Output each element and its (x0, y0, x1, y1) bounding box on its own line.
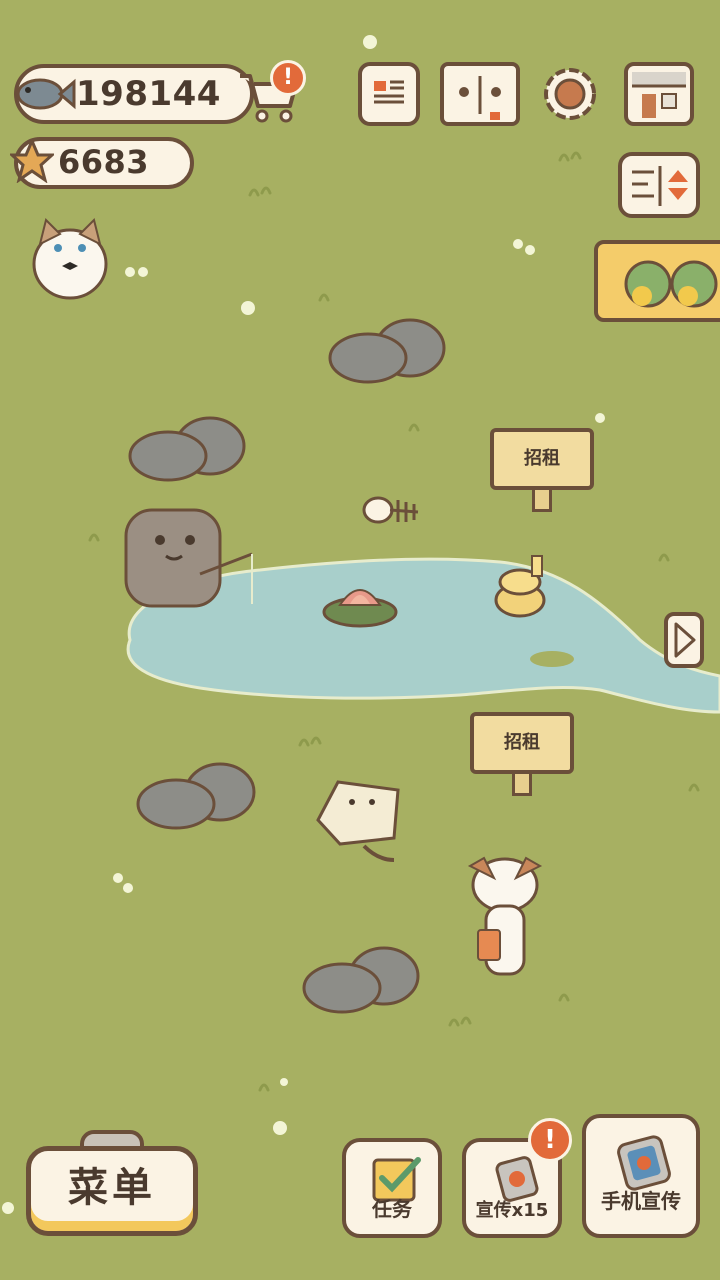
star-currency-display[interactable]: 6683 (10, 137, 194, 189)
for-rent-sign-2[interactable]: 招租 (470, 712, 574, 774)
flat-cat[interactable] (316, 780, 400, 862)
promo-alert-badge: ! (528, 1118, 572, 1162)
star-icon (10, 139, 54, 183)
next-area-button[interactable] (664, 612, 704, 668)
rock-cluster-2 (128, 416, 246, 482)
menu-button[interactable]: 菜单 (26, 1146, 198, 1236)
phone-promo-label: 手机宣传 (601, 1189, 681, 1213)
for-rent-label-2: 招租 (504, 732, 540, 753)
bird-mascots-icon (624, 260, 718, 308)
newspaper-button[interactable] (358, 62, 420, 126)
rock-cluster-3 (136, 762, 256, 830)
promo-label: 宣传x15 (475, 1200, 549, 1221)
newspaper-icon (370, 76, 408, 108)
sign-post-2 (512, 774, 532, 796)
store-button[interactable] (624, 62, 694, 126)
fish-count: 198144 (76, 74, 221, 114)
fish-currency-display[interactable]: 198144 (14, 64, 254, 124)
gear-icon[interactable] (538, 62, 602, 126)
bird-event-banner[interactable] (594, 240, 720, 322)
sign-post-1 (532, 490, 552, 512)
shop-alert-badge: ! (270, 60, 306, 96)
sort-toggle-button[interactable] (618, 152, 700, 218)
menu-label: 菜单 (68, 1165, 156, 1211)
fish-bone[interactable] (362, 496, 419, 524)
tasks-label: 任务 (372, 1197, 412, 1221)
puppy-visitor[interactable] (467, 856, 543, 976)
fish-icon (16, 78, 76, 110)
storefront-icon (632, 72, 686, 118)
for-rent-label-1: 招租 (524, 448, 560, 469)
rock-cluster-4 (302, 946, 420, 1014)
paw-book-button[interactable] (440, 62, 520, 126)
pond-islet (530, 651, 574, 667)
sort-toggle-icon (632, 166, 688, 206)
for-rent-sign-1[interactable]: 招租 (490, 428, 594, 490)
rock-cluster-1 (328, 318, 446, 384)
meadow-scene (2, 35, 720, 1214)
paw-book-icon (459, 76, 501, 122)
star-count: 6683 (58, 143, 150, 181)
tasks-button[interactable]: 任务 (342, 1138, 442, 1238)
cat-avatar[interactable] (28, 214, 112, 304)
phone-promo-button[interactable]: 手机宣传 (582, 1114, 700, 1238)
chevron-right-icon (674, 622, 696, 658)
